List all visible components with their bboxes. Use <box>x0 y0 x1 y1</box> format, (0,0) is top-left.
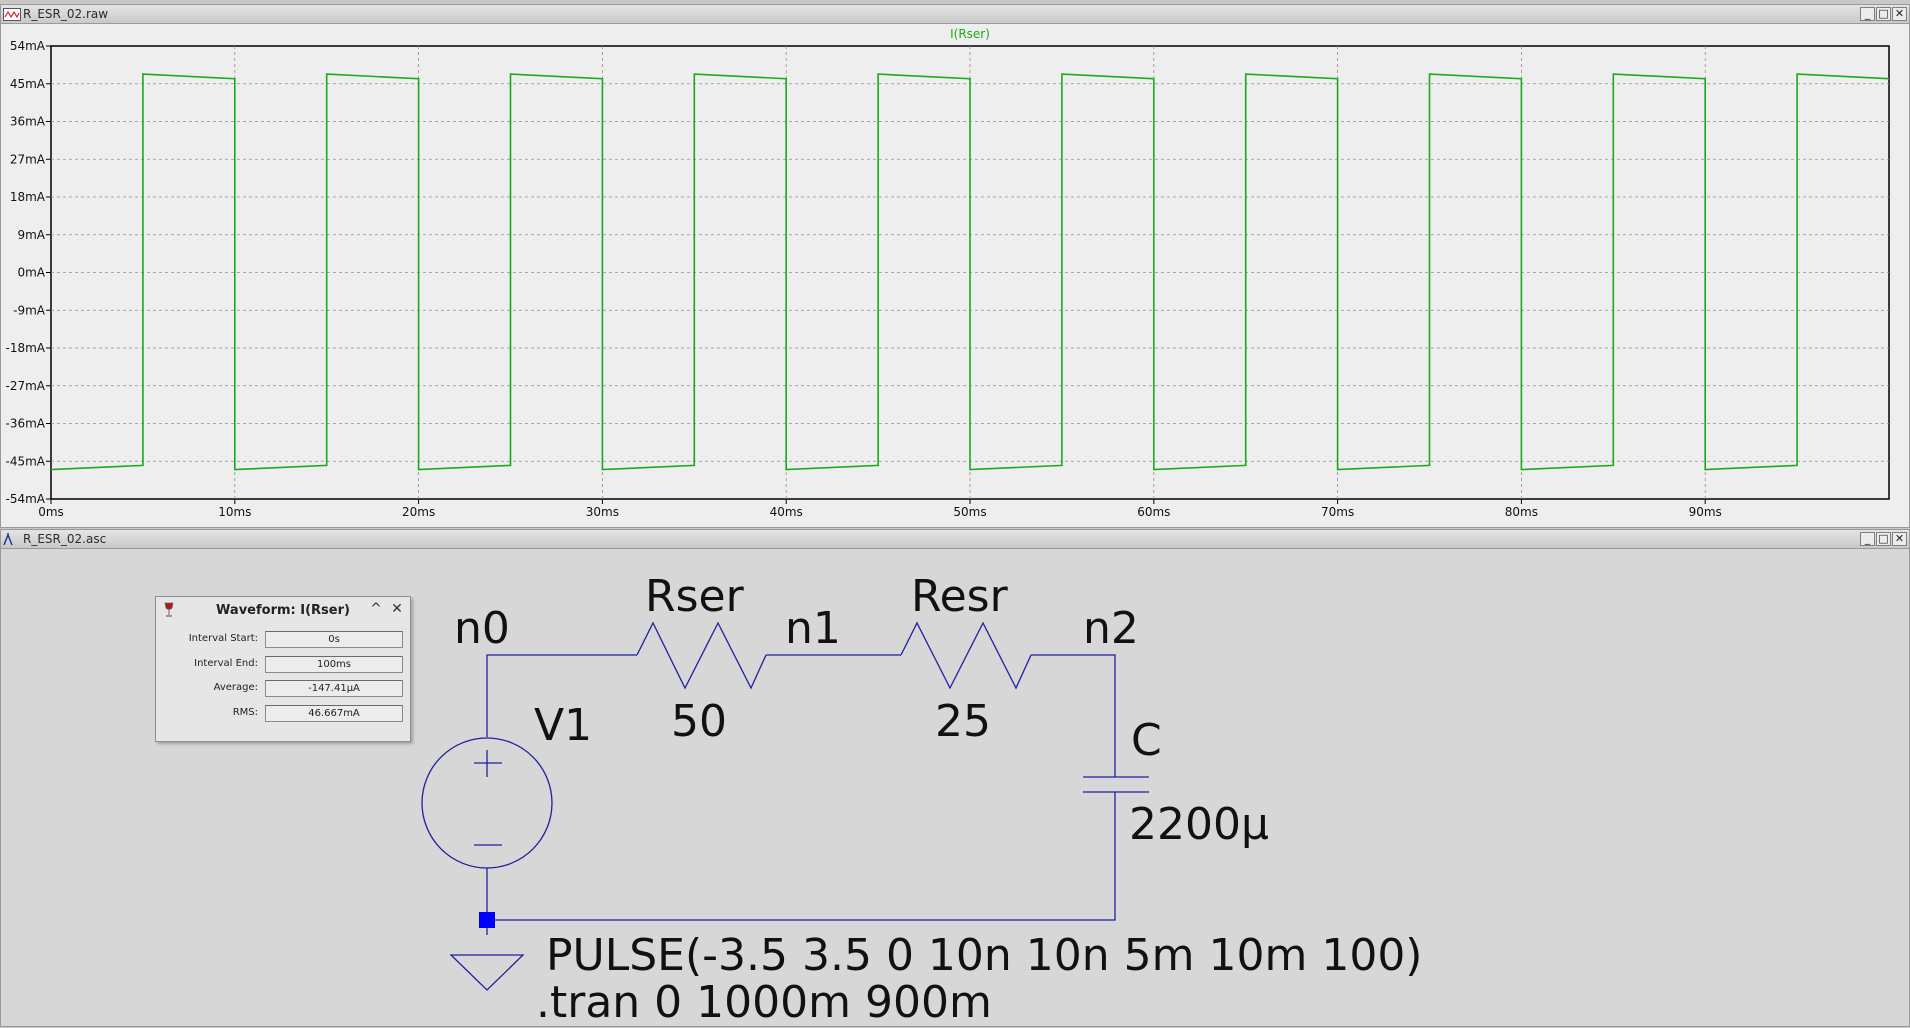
schematic-window-titlebar[interactable]: R_ESR_02.asc _ □ ✕ <box>1 530 1909 549</box>
interval-end-label: Interval End: <box>194 658 258 669</box>
average-label: Average: <box>213 682 258 693</box>
waveform-dialog-titlebar[interactable]: Waveform: I(Rser) ^ ✕ <box>156 597 410 623</box>
node-label-n2[interactable]: n2 <box>1083 603 1139 654</box>
dialog-close-button[interactable]: ✕ <box>389 601 405 617</box>
x-tick-label: 20ms <box>402 505 435 519</box>
average-field[interactable]: -147.41µA <box>265 680 403 697</box>
rser-name-label[interactable]: Rser <box>645 571 745 622</box>
voltage-source-symbol[interactable] <box>421 737 553 869</box>
waveform-window-icon <box>3 8 21 21</box>
wire-gnd[interactable] <box>486 792 1116 921</box>
x-tick-label: 0ms <box>38 505 64 519</box>
y-tick-label: -36mA <box>6 417 46 431</box>
y-tick-label: 36mA <box>10 115 46 129</box>
capacitor-symbol[interactable] <box>1083 776 1149 793</box>
y-tick-label: 18mA <box>10 190 46 204</box>
y-tick-label: -18mA <box>6 341 46 355</box>
rms-label: RMS: <box>232 707 258 718</box>
plot-restore-button[interactable]: □ <box>1876 7 1891 21</box>
dialog-collapse-button[interactable]: ^ <box>368 601 384 617</box>
x-tick-label: 70ms <box>1321 505 1354 519</box>
x-tick-label: 40ms <box>770 505 803 519</box>
x-tick-label: 90ms <box>1689 505 1722 519</box>
resr-value-label[interactable]: 25 <box>935 696 991 747</box>
rms-row: RMS: 46.667mA <box>156 703 410 723</box>
average-row: Average: -147.41µA <box>156 678 410 698</box>
trace-name-label[interactable]: I(Rser) <box>950 27 990 41</box>
plot-minimize-button[interactable]: _ <box>1860 7 1875 21</box>
node-label-n1[interactable]: n1 <box>785 603 841 654</box>
plot-window: R_ESR_02.raw _ □ ✕ 54mA 45mA 36mA 27mA 18mA 9… <box>0 4 1910 528</box>
schematic-window-icon <box>3 533 13 546</box>
resistor-rser-symbol[interactable] <box>636 621 767 690</box>
y-tick-label: -45mA <box>6 454 46 468</box>
node-junction-square[interactable] <box>479 912 495 928</box>
interval-end-field[interactable]: 100ms <box>265 656 403 673</box>
schematic-window-title: R_ESR_02.asc <box>23 532 107 546</box>
wire-n2[interactable] <box>1031 654 1116 777</box>
plot-window-title: R_ESR_02.raw <box>23 7 109 21</box>
interval-end-row: Interval End: 100ms <box>156 654 410 674</box>
waveform-info-dialog: Waveform: I(Rser) ^ ✕ Interval Start: 0s… <box>155 596 411 742</box>
interval-start-label: Interval Start: <box>188 633 258 644</box>
y-tick-label: -27mA <box>6 379 46 393</box>
schematic-minimize-button[interactable]: _ <box>1860 532 1875 546</box>
y-tick-label: 54mA <box>10 39 46 53</box>
schematic-close-button[interactable]: ✕ <box>1892 532 1907 546</box>
plot-close-button[interactable]: ✕ <box>1892 7 1907 21</box>
x-tick-label: 80ms <box>1505 505 1538 519</box>
x-tick-label: 60ms <box>1137 505 1170 519</box>
y-tick-label: -54mA <box>6 492 46 506</box>
y-tick-label: 27mA <box>10 152 46 166</box>
node-label-n0[interactable]: n0 <box>454 603 510 654</box>
v1-name-label[interactable]: V1 <box>534 700 592 751</box>
v1-value-label[interactable]: PULSE(-3.5 3.5 0 10n 10n 5m 10m 100) <box>546 930 1422 981</box>
trace-i-rser[interactable] <box>50 73 1890 471</box>
waveform-plot[interactable]: 54mA 45mA 36mA 27mA 18mA 9mA 0mA -9mA -18mA -27mA… <box>1 24 1909 527</box>
interval-start-field[interactable]: 0s <box>265 631 403 648</box>
y-tick-label: -9mA <box>13 303 46 317</box>
plot-window-titlebar[interactable]: R_ESR_02.raw _ □ ✕ <box>1 5 1909 24</box>
x-tick-label: 50ms <box>953 505 986 519</box>
x-tick-label: 30ms <box>586 505 619 519</box>
cap-value-label[interactable]: 2200µ <box>1129 799 1269 850</box>
y-tick-label: 0mA <box>17 266 45 280</box>
resistor-resr-symbol[interactable] <box>900 621 1032 690</box>
rms-field[interactable]: 46.667mA <box>265 705 403 722</box>
cap-name-label[interactable]: C <box>1131 715 1162 766</box>
y-tick-label: 9mA <box>17 228 45 242</box>
interval-start-row: Interval Start: 0s <box>156 629 410 649</box>
rser-value-label[interactable]: 50 <box>671 696 727 747</box>
y-tick-label: 45mA <box>10 77 46 91</box>
schematic-restore-button[interactable]: □ <box>1876 532 1891 546</box>
resr-name-label[interactable]: Resr <box>911 571 1009 622</box>
spice-directive-tran[interactable]: .tran 0 1000m 900m <box>536 977 992 1028</box>
x-tick-label: 10ms <box>218 505 251 519</box>
ground-symbol[interactable] <box>449 954 525 991</box>
